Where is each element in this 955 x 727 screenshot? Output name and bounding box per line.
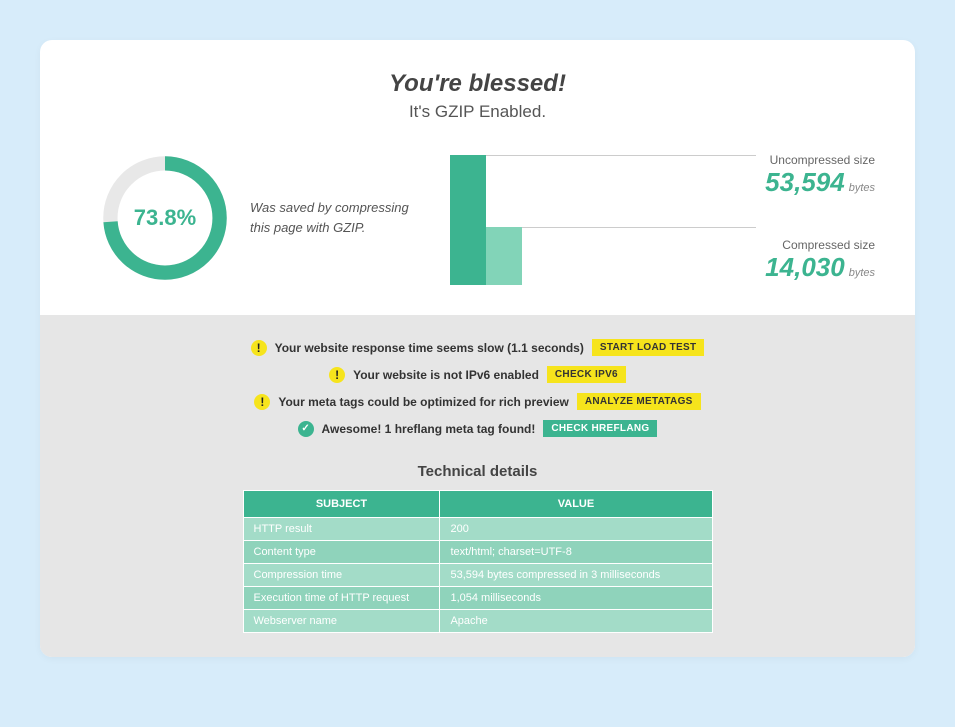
check-ipv6-button[interactable]: CHECK IPV6 bbox=[547, 366, 626, 383]
stat-label: Compressed size bbox=[715, 238, 875, 252]
warning-icon: ! bbox=[251, 340, 267, 356]
table-header-subject: SUBJECT bbox=[243, 491, 440, 518]
check-icon: ✓ bbox=[298, 421, 314, 437]
table-row: Compression time 53,594 bytes compressed… bbox=[243, 564, 712, 587]
summary-row: 73.8% Was saved by compressing this page… bbox=[70, 150, 885, 315]
warning-icon: ! bbox=[329, 367, 345, 383]
stat-unit: bytes bbox=[849, 182, 875, 194]
cell-subject: Webserver name bbox=[243, 610, 440, 633]
savings-gauge: 73.8% bbox=[100, 153, 230, 283]
alert-text: Your website is not IPv6 enabled bbox=[353, 368, 539, 382]
page-subtitle: It's GZIP Enabled. bbox=[70, 102, 885, 122]
tech-details-heading: Technical details bbox=[70, 463, 885, 480]
alert-text: Your website response time seems slow (1… bbox=[275, 341, 584, 355]
cell-value: 53,594 bytes compressed in 3 millisecond… bbox=[440, 564, 712, 587]
cell-subject: Compression time bbox=[243, 564, 440, 587]
alert-row: ✓ Awesome! 1 hreflang meta tag found! CH… bbox=[298, 420, 658, 437]
size-stats: Uncompressed size 53,594bytes Compressed… bbox=[715, 153, 875, 283]
table-header-value: VALUE bbox=[440, 491, 712, 518]
cell-value: 200 bbox=[440, 518, 712, 541]
details-panel: ! Your website response time seems slow … bbox=[40, 315, 915, 657]
cell-subject: Content type bbox=[243, 541, 440, 564]
page-title: You're blessed! bbox=[70, 70, 885, 98]
alert-text: Awesome! 1 hreflang meta tag found! bbox=[322, 422, 536, 436]
bar-compressed bbox=[486, 227, 522, 285]
size-bars bbox=[450, 150, 695, 285]
bar-leader-line bbox=[522, 227, 756, 228]
alerts-list: ! Your website response time seems slow … bbox=[70, 339, 885, 437]
compressed-stat: Compressed size 14,030 bytes bbox=[715, 238, 875, 283]
alert-row: ! Your website is not IPv6 enabled CHECK… bbox=[329, 366, 626, 383]
result-card: You're blessed! It's GZIP Enabled. 73.8%… bbox=[40, 40, 915, 657]
stat-value: 53,594 bbox=[765, 167, 845, 198]
cell-subject: Execution time of HTTP request bbox=[243, 587, 440, 610]
gauge-caption: Was saved by compressing this page with … bbox=[250, 198, 430, 237]
cell-value: text/html; charset=UTF-8 bbox=[440, 541, 712, 564]
alert-row: ! Your meta tags could be optimized for … bbox=[254, 393, 700, 410]
tech-details-table: SUBJECT VALUE HTTP result 200 Content ty… bbox=[243, 490, 713, 633]
check-hreflang-button[interactable]: CHECK HREFLANG bbox=[543, 420, 657, 437]
stat-value: 14,030 bbox=[765, 252, 845, 283]
analyze-metatags-button[interactable]: ANALYZE METATAGS bbox=[577, 393, 701, 410]
table-row: Execution time of HTTP request 1,054 mil… bbox=[243, 587, 712, 610]
stat-unit: bytes bbox=[849, 267, 875, 279]
cell-value: 1,054 milliseconds bbox=[440, 587, 712, 610]
table-row: Content type text/html; charset=UTF-8 bbox=[243, 541, 712, 564]
bar-leader-line bbox=[486, 155, 756, 156]
bar-uncompressed bbox=[450, 155, 486, 285]
warning-icon: ! bbox=[254, 394, 270, 410]
alert-row: ! Your website response time seems slow … bbox=[251, 339, 705, 356]
alert-text: Your meta tags could be optimized for ri… bbox=[278, 395, 569, 409]
cell-value: Apache bbox=[440, 610, 712, 633]
uncompressed-stat: Uncompressed size 53,594bytes bbox=[715, 153, 875, 198]
table-row: HTTP result 200 bbox=[243, 518, 712, 541]
table-row: Webserver name Apache bbox=[243, 610, 712, 633]
cell-subject: HTTP result bbox=[243, 518, 440, 541]
gauge-percent-label: 73.8% bbox=[100, 153, 230, 283]
start-load-test-button[interactable]: START LOAD TEST bbox=[592, 339, 705, 356]
